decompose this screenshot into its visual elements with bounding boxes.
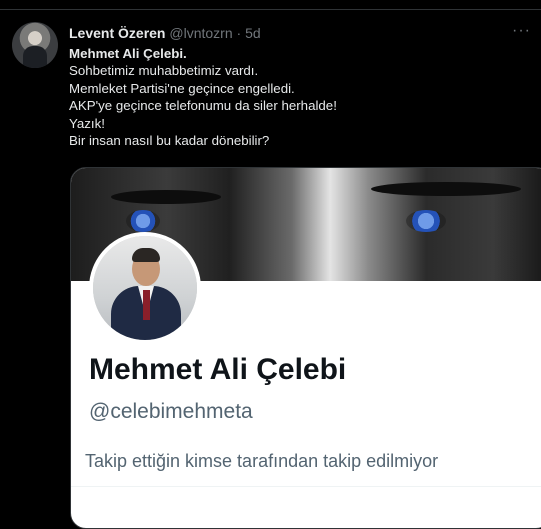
banner-brow-left [111,190,221,204]
avatar-figure [23,46,47,68]
tweet-line: AKP'ye geçince telefonumu da siler herha… [69,98,337,114]
author-name[interactable]: Levent Özeren [69,25,165,41]
separator-dot: · [236,25,242,41]
author-handle[interactable]: @lvntozrn [169,25,232,41]
photo-tie [143,290,150,320]
profile-card[interactable]: Mehmet Ali Çelebi @celebimehmeta Takip e… [70,167,541,529]
tweet-line: Mehmet Ali Çelebi. [69,46,187,61]
tweet-time[interactable]: 5d [245,25,261,41]
banner-brow-right [371,182,521,196]
tweet-line: Bir insan nasıl bu kadar dönebilir? [69,133,270,149]
tweet-line: Sohbetimiz muhabbetimiz vardı. [69,63,259,79]
tweet-header: Levent Özeren @lvntozrn · 5d [69,25,261,41]
profile-handle[interactable]: @celebimehmeta [89,400,253,424]
tweet-line: Yazık! [69,115,105,131]
tweet-text: Mehmet Ali Çelebi. Sohbetimiz muhabbetim… [69,45,337,149]
banner-eye-right [406,210,446,232]
author-avatar[interactable] [12,22,58,68]
more-icon[interactable]: ··· [512,22,531,40]
profile-photo[interactable] [89,232,201,344]
followed-by-note: Takip ettiğin kimse tarafından takip edi… [85,451,439,471]
profile-name[interactable]: Mehmet Ali Çelebi [89,353,346,387]
photo-hair [132,248,160,262]
top-divider [0,9,541,10]
card-divider [71,486,541,487]
tweet-line: Memleket Partisi'ne geçince engelledi. [69,80,295,96]
banner-eye-left [126,210,160,232]
